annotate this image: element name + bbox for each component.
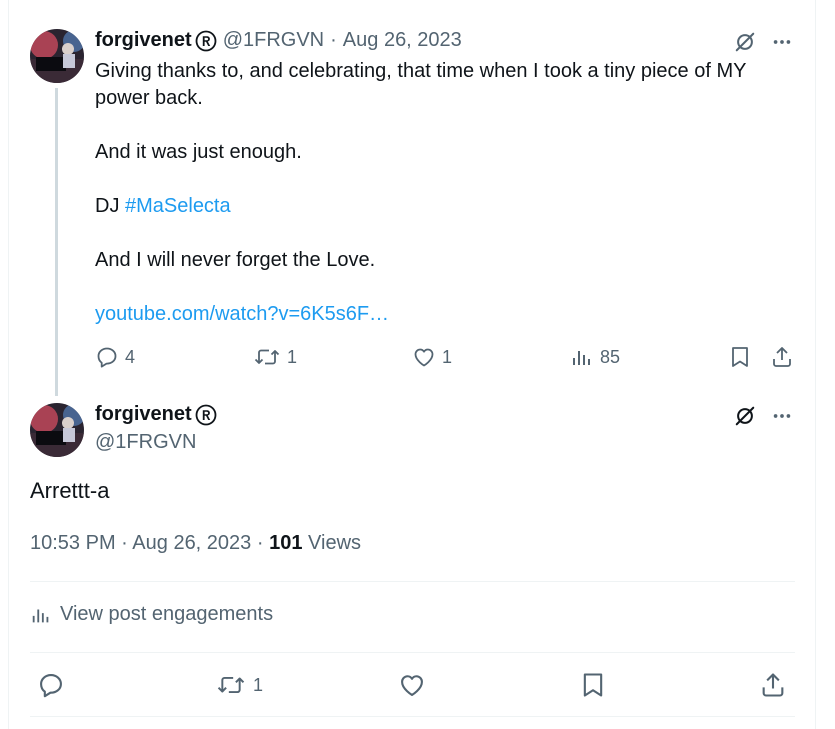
like-count: 1 [442,346,453,367]
divider [30,581,795,582]
grok-icon [735,406,755,426]
reply-icon [97,347,117,368]
bookmark-button[interactable] [579,671,607,699]
share-button[interactable] [759,671,787,699]
bookmark-icon [583,673,603,697]
divider [30,716,795,717]
post-line: And it was just enough. [95,141,302,163]
divider [30,652,795,653]
grok-button[interactable] [733,30,757,54]
hashtag-link[interactable]: #MaSelecta [125,195,231,217]
repost-icon [254,349,280,365]
view-count: 85 [600,346,621,367]
heart-icon [414,348,434,367]
repost-button[interactable]: 1 [215,672,263,698]
display-name[interactable]: forgivenet [95,29,192,52]
view-engagements-link[interactable]: View post engagements [30,603,273,626]
post-line: Giving thanks to, and celebrating, that … [95,60,747,109]
repost-count: 1 [287,346,298,367]
post-date[interactable]: Aug 26, 2023 [343,29,462,52]
youtube-link[interactable]: youtube.com/watch?v=6K5s6F… [95,301,795,328]
reply-button[interactable]: 4 [95,345,135,369]
post-meta: 10:53 PM · Aug 26, 2023 · 101 Views [30,532,361,555]
heart-icon [401,675,423,696]
views-label: Views [308,532,362,554]
bookmark-icon [732,347,748,367]
separator: · [256,532,264,554]
share-button[interactable] [770,345,794,369]
main-post-header: forgivenet [95,403,217,426]
engagements-label: View post engagements [60,603,274,625]
more-button[interactable] [770,404,794,428]
avatar[interactable] [30,29,84,83]
like-button[interactable]: 1 [412,345,452,369]
more-icon [773,40,791,44]
grok-button[interactable] [733,404,757,428]
repost-icon [217,676,245,694]
reply-icon [40,674,62,698]
registered-icon [195,30,217,51]
registered-icon [195,404,217,425]
repost-button[interactable]: 1 [253,345,297,369]
handle[interactable]: @1FRGVN [95,431,196,454]
bookmark-button[interactable] [728,345,752,369]
handle[interactable]: @1FRGVN [223,29,324,52]
views-button[interactable]: 85 [570,345,620,369]
analytics-icon [32,609,49,622]
separator: · [330,29,337,51]
parent-post-text: Giving thanks to, and celebrating, that … [95,58,795,328]
separator: · [121,532,128,554]
post-date[interactable]: Aug 26, 2023 [132,532,251,554]
avatar-image [30,29,84,83]
views-count: 101 [269,532,303,554]
display-name[interactable]: forgivenet [95,403,192,426]
like-button[interactable] [398,671,426,699]
avatar-image [30,403,84,457]
analytics-icon [573,351,590,365]
share-icon [762,673,784,697]
grok-icon [735,32,755,52]
post-line: DJ #MaSelecta [95,193,795,220]
repost-count: 1 [253,674,264,695]
reply-button[interactable] [37,671,65,699]
more-button[interactable] [770,30,794,54]
main-post-text: Arrettt-a [30,478,110,503]
dj-prefix: DJ [95,195,125,217]
more-icon [773,414,791,418]
share-icon [773,347,791,367]
post-time[interactable]: 10:53 PM [30,532,116,554]
thread-line [55,88,58,396]
reply-count: 4 [125,346,136,367]
post-line: And I will never forget the Love. [95,249,376,271]
parent-header: forgivenet @1FRGVN · Aug 26, 2023 [95,29,462,52]
avatar[interactable] [30,403,84,457]
